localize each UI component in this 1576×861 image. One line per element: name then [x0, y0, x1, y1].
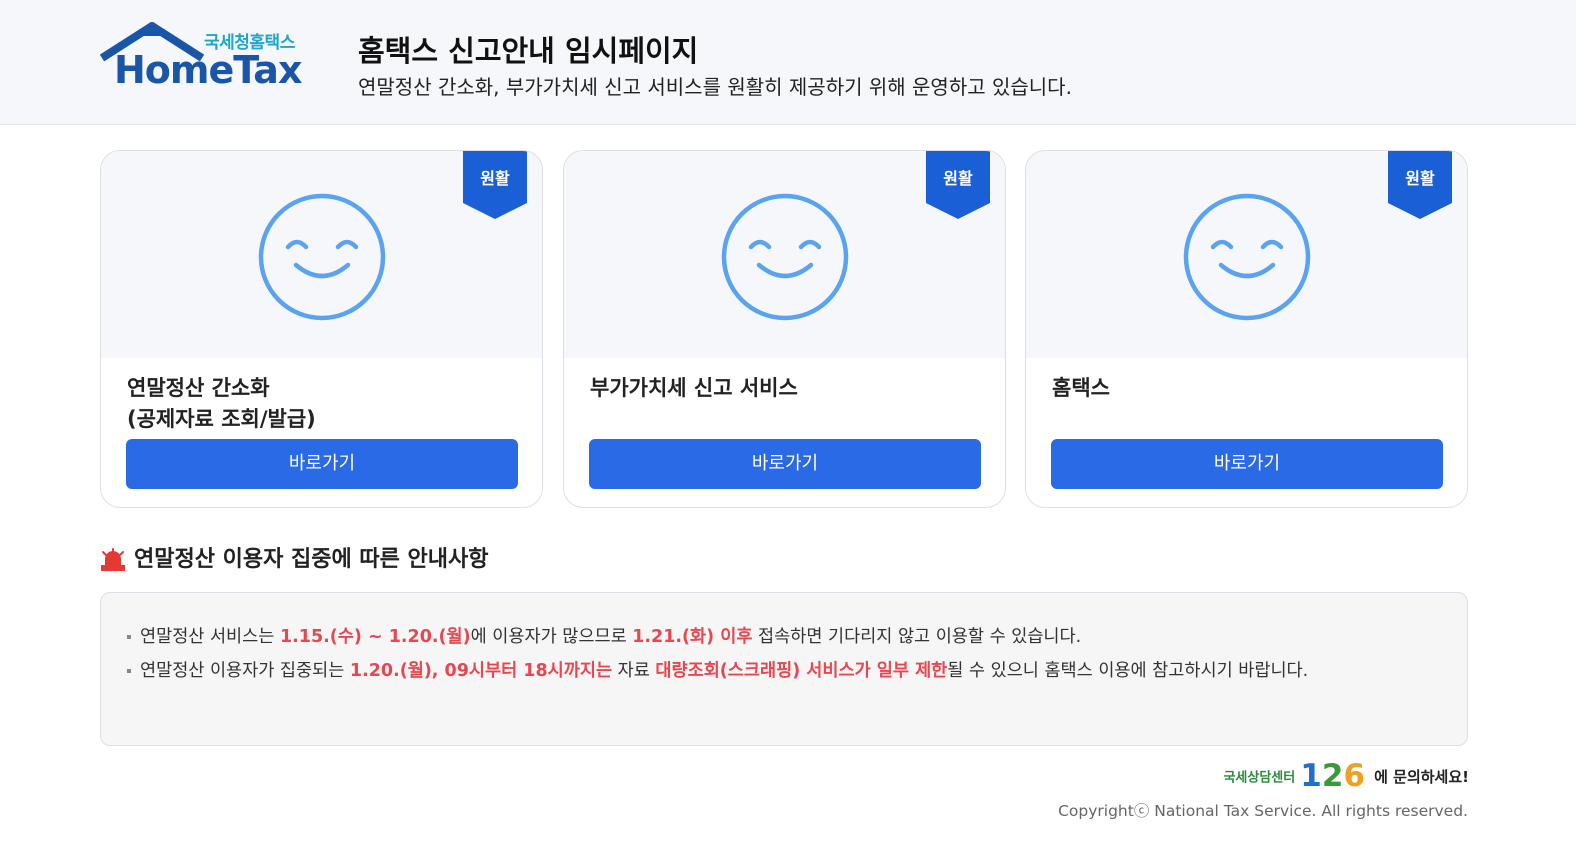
- notice-highlight: 1.20.(월), 09시부터 18시까지는: [349, 661, 613, 681]
- contact-center-banner: 국세상담센터 126 에 문의하세요!: [1223, 759, 1469, 795]
- service-card-vat: 원활 부가가치세 신고 서비스 바로가기: [563, 150, 1006, 508]
- notice-box: 연말정산 서비스는 1.15.(수) ~ 1.20.(월)에 이용자가 많으므로…: [100, 592, 1468, 746]
- go-button-hometax[interactable]: 바로가기: [1051, 439, 1443, 489]
- notice-item: 연말정산 서비스는 1.15.(수) ~ 1.20.(월)에 이용자가 많으므로…: [125, 623, 1385, 651]
- notice-highlight: 1.15.(수) ~ 1.20.(월): [279, 627, 471, 647]
- card-status-area: 원활: [1026, 151, 1467, 358]
- status-badge-label: 원활: [1405, 169, 1435, 188]
- notice-title: 연말정산 이용자 집중에 따른 안내사항: [100, 541, 488, 573]
- notice-text: 될 수 있으니 홈택스 이용에 참고하시기 바랍니다.: [947, 661, 1309, 681]
- notice-highlight: 대량조회(스크래핑) 서비스가 일부 제한: [655, 661, 948, 681]
- smile-icon: [258, 193, 386, 321]
- contact-number-digit: 1: [1300, 758, 1322, 794]
- notice-highlight: 1.21.(화) 이후: [632, 627, 753, 647]
- page-title: 홈택스 신고안내 임시페이지: [358, 34, 699, 68]
- card-status-area: 원활: [101, 151, 542, 358]
- siren-icon: [101, 548, 125, 571]
- card-title: 홈택스: [1052, 373, 1110, 404]
- contact-number-digit: 6: [1343, 758, 1366, 794]
- card-title-line2: (공제자료 조회/발급): [127, 407, 316, 431]
- card-status-area: 원활: [564, 151, 1005, 358]
- card-title-line1: 부가가치세 신고 서비스: [590, 376, 798, 400]
- page-subtitle: 연말정산 간소화, 부가가치세 신고 서비스를 원활히 제공하기 위해 운영하고…: [358, 75, 1072, 99]
- go-button-vat[interactable]: 바로가기: [589, 439, 981, 489]
- notice-text: 연말정산 이용자가 집중되는: [140, 661, 350, 681]
- hometax-logo[interactable]: 국세청홈택스 HomeTax: [100, 22, 310, 94]
- copyright: Copyrightⓒ National Tax Service. All rig…: [1058, 802, 1468, 820]
- contact-center-suffix: 에 문의하세요!: [1374, 767, 1469, 786]
- notice-text: 에 이용자가 많으므로: [470, 627, 633, 647]
- service-card-year-end: 원활 연말정산 간소화 (공제자료 조회/발급) 바로가기: [100, 150, 543, 508]
- notice-text: 연말정산 서비스는: [140, 627, 280, 647]
- status-badge-label: 원활: [480, 169, 510, 188]
- status-badge: 원활: [463, 151, 527, 219]
- contact-number-digit: 2: [1321, 758, 1344, 794]
- notice-list: 연말정산 서비스는 1.15.(수) ~ 1.20.(월)에 이용자가 많으므로…: [125, 623, 1385, 691]
- service-card-hometax: 원활 홈택스 바로가기: [1025, 150, 1468, 508]
- notice-text: 자료: [612, 661, 656, 681]
- logo-english-text: HomeTax: [114, 48, 302, 92]
- card-title: 부가가치세 신고 서비스: [590, 373, 798, 404]
- card-title: 연말정산 간소화 (공제자료 조회/발급): [127, 373, 316, 435]
- smile-icon: [721, 193, 849, 321]
- smile-icon: [1183, 193, 1311, 321]
- status-badge: 원활: [1388, 151, 1452, 219]
- status-badge-label: 원활: [943, 169, 973, 188]
- card-title-line1: 연말정산 간소화: [127, 376, 270, 400]
- status-badge: 원활: [926, 151, 990, 219]
- go-button-year-end[interactable]: 바로가기: [126, 439, 518, 489]
- page-header: 국세청홈택스 HomeTax 홈택스 신고안내 임시페이지 연말정산 간소화, …: [0, 0, 1576, 125]
- notice-title-text: 연말정산 이용자 집중에 따른 안내사항: [134, 547, 489, 572]
- notice-text: 접속하면 기다리지 않고 이용할 수 있습니다.: [752, 627, 1082, 647]
- card-title-line1: 홈택스: [1052, 376, 1110, 400]
- contact-center-label: 국세상담센터: [1223, 770, 1296, 786]
- notice-item: 연말정산 이용자가 집중되는 1.20.(월), 09시부터 18시까지는 자료…: [125, 657, 1385, 685]
